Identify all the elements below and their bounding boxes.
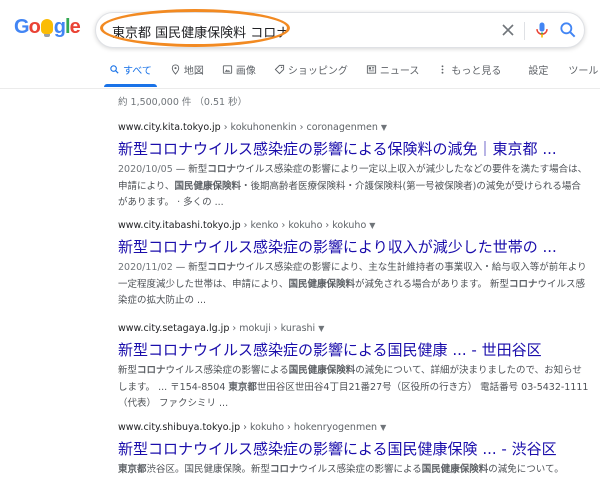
snippet-text: の減免について。 [488, 464, 564, 475]
snippet-bold-term: 国民健康保険料 [288, 278, 355, 290]
snippet-text: — 新型 [172, 164, 208, 175]
clear-icon[interactable] [498, 20, 518, 40]
search-icon [110, 64, 119, 74]
search-box-divider [524, 22, 525, 40]
result-domain: www.city.shibuya.tokyo.jp [118, 422, 241, 433]
tab-news[interactable]: ニュース [357, 58, 429, 80]
result-url[interactable]: www.city.itabashi.tokyo.jp › kenko › kok… [118, 220, 590, 231]
tab-label: 画像 [235, 65, 256, 77]
map-pin-icon [171, 63, 180, 75]
snippet-bold-term: コロナ [509, 278, 538, 290]
logo-letter: g [53, 16, 66, 38]
search-input[interactable]: 東京都 国民健康保険料 コロナ [112, 22, 289, 41]
tabs-divider [0, 88, 600, 89]
result-path: › kokuhonenkin › coronagenmen [220, 122, 378, 133]
result-snippet: 東京都渋谷区。国民健康保険。新型コロナウイルス感染症の影響による国民健康保険料の… [118, 462, 590, 479]
result-domain: www.city.itabashi.tokyo.jp [118, 220, 241, 231]
tag-icon [274, 64, 284, 74]
tab-label: 地図 [183, 65, 204, 77]
tab-more[interactable]: もっと見る [428, 58, 510, 80]
result-date: 2020/10/05 [118, 164, 173, 175]
logo-letter: o [28, 16, 41, 38]
menu-caret-icon[interactable]: ▼ [369, 221, 375, 230]
tab-label: もっと見る [451, 65, 502, 77]
result-url[interactable]: www.city.setagaya.lg.jp › mokuji › kuras… [118, 323, 590, 334]
menu-caret-icon[interactable]: ▼ [381, 123, 387, 132]
snippet-bold-term: コロナ [207, 164, 236, 175]
tab-maps[interactable]: 地図 [161, 58, 213, 80]
tab-label: ショッピング [287, 65, 348, 77]
image-icon [222, 64, 232, 74]
more-vert-icon [441, 64, 444, 74]
tab-settings[interactable]: 設定 [518, 58, 558, 80]
result-path: › mokuji › kurashi [229, 323, 316, 334]
result-snippet: 新型コロナウイルス感染症の影響による国民健康保険料の減免について、詳細が決まりま… [118, 363, 590, 413]
result-date: 2020/11/02 [118, 262, 173, 273]
search-result: www.city.setagaya.lg.jp › mokuji › kuras… [118, 323, 590, 413]
tab-label: ツール [568, 65, 599, 77]
logo-letter: e [69, 16, 81, 38]
news-icon [366, 64, 376, 74]
result-title-link[interactable]: 新型コロナウイルス感染症の影響による国民健康 ... - 世田谷区 [118, 340, 590, 360]
search-box[interactable]: 東京都 国民健康保険料 コロナ [95, 9, 585, 48]
snippet-bold-term: 国民健康保険料 [174, 180, 241, 192]
snippet-text: ウイルス感染症の影響による [298, 464, 422, 475]
result-domain: www.city.setagaya.lg.jp [118, 323, 230, 334]
lightbulb-doodle-icon [40, 19, 53, 37]
snippet-text: 渋谷区。国民健康保険。新型 [146, 464, 271, 475]
microphone-icon[interactable] [532, 20, 552, 40]
tab-label: ニュース [379, 65, 420, 77]
google-logo[interactable]: Go gle [14, 16, 81, 39]
snippet-text: ウイルス感染症の影響による [165, 365, 289, 376]
tab-label: すべて [123, 65, 152, 77]
snippet-text: 新型 [118, 365, 138, 376]
snippet-bold-term: 国民健康保険料 [288, 365, 356, 376]
snippet-bold-term: コロナ [207, 262, 236, 273]
search-result: www.city.kita.tokyo.jp › kokuhonenkin › … [118, 122, 590, 212]
search-result: www.city.itabashi.tokyo.jp › kenko › kok… [118, 220, 590, 310]
snippet-bold-term: コロナ [137, 365, 166, 376]
result-domain: www.city.kita.tokyo.jp [118, 122, 221, 133]
result-url[interactable]: www.city.shibuya.tokyo.jp › kokuho › hok… [118, 422, 590, 433]
menu-caret-icon[interactable]: ▼ [380, 423, 386, 432]
tab-images[interactable]: 画像 [213, 58, 265, 80]
snippet-text: が減免される場合があります。 新型 [354, 278, 510, 290]
menu-caret-icon[interactable]: ▼ [318, 324, 324, 333]
tab-tools[interactable]: ツール [558, 58, 600, 80]
tab-all[interactable]: すべて [100, 58, 161, 87]
result-path: › kokuho › hokenryogenmen [240, 422, 378, 433]
snippet-text: — 新型 [172, 262, 208, 273]
tab-shopping[interactable]: ショッピング [265, 58, 357, 80]
result-title-link[interactable]: 新型コロナウイルス感染症の影響による保険料の減免｜東京都 ... [118, 139, 590, 159]
result-snippet: 2020/11/02 — 新型コロナウイルス感染症の影響により、主な生計維持者の… [118, 260, 590, 310]
result-url[interactable]: www.city.kita.tokyo.jp › kokuhonenkin › … [118, 122, 590, 133]
snippet-bold-term: 国民健康保険料 [421, 464, 489, 475]
result-path: › kenko › kokuho › kokuho [240, 220, 367, 231]
result-title-link[interactable]: 新型コロナウイルス感染症の影響による国民健康保険 ... - 渋谷区 [118, 439, 590, 459]
snippet-bold-term: 東京都 [118, 464, 147, 475]
search-icon[interactable] [558, 20, 578, 40]
search-tabs: すべて 地図 画像 ショッピング ニュース もっと見る 設定 ツール [100, 58, 600, 88]
result-title-link[interactable]: 新型コロナウイルス感染症の影響により収入が減少した世帯の ... [118, 237, 590, 257]
snippet-bold-term: コロナ [270, 464, 299, 475]
logo-letter: G [14, 16, 30, 38]
tab-label: 設定 [528, 65, 549, 77]
snippet-bold-term: 東京都 [228, 381, 257, 393]
result-snippet: 2020/10/05 — 新型コロナウイルス感染症の影響により一定以上収入が減少… [118, 162, 590, 212]
result-stats: 約 1,500,000 件 （0.51 秒） [118, 97, 248, 108]
search-result: www.city.shibuya.tokyo.jp › kokuho › hok… [118, 422, 590, 479]
